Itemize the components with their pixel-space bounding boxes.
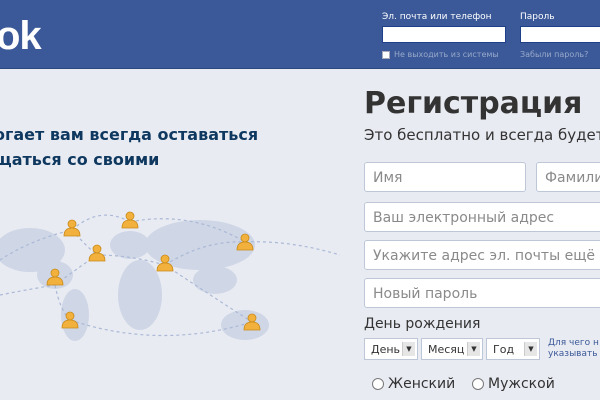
forgot-password-link[interactable]: Забыли пароль? — [520, 50, 588, 59]
male-label: Мужской — [488, 376, 555, 392]
year-select[interactable]: Год ▼ — [486, 338, 540, 360]
month-select[interactable]: Месяц ▼ — [421, 338, 483, 360]
why-birthday-line-2: указывать д — [548, 349, 600, 359]
email-input[interactable]: Ваш электронный адрес — [364, 202, 600, 232]
year-select-value: Год — [493, 343, 515, 356]
female-radio[interactable] — [372, 378, 384, 390]
month-select-value: Месяц — [428, 343, 465, 356]
email-label: Эл. почта или телефон — [382, 12, 492, 22]
dropdown-arrow-icon: ▼ — [524, 342, 537, 356]
female-label: Женский — [388, 376, 456, 392]
new-password-input[interactable]: Новый пароль — [364, 278, 600, 308]
day-select[interactable]: День ▼ — [364, 338, 418, 360]
gender-male-option[interactable]: Мужской — [472, 376, 555, 392]
why-birthday-link[interactable]: Для чего н указывать д — [548, 338, 600, 360]
gender-female-option[interactable]: Женский — [372, 376, 455, 392]
tagline-line-1: огает вам всегда оставаться — [0, 125, 259, 144]
keep-logged-in[interactable]: Не выходить из системы — [382, 50, 499, 59]
person-icon — [121, 211, 139, 229]
dropdown-arrow-icon: ▼ — [402, 342, 415, 356]
keep-logged-in-checkbox[interactable] — [382, 50, 390, 59]
email-confirm-input[interactable]: Укажите адрес эл. почты ещё — [364, 240, 600, 270]
top-bar: ok Эл. почта или телефон Пароль Не выход… — [0, 0, 600, 69]
day-select-value: День — [371, 343, 401, 356]
person-icon — [63, 219, 81, 237]
tagline-line-2: щаться со своими — [0, 150, 160, 169]
signup-subtitle: Это бесплатно и всегда будет — [364, 126, 600, 144]
last-name-input[interactable]: Фамили — [536, 162, 600, 192]
site-logo[interactable]: ok — [0, 14, 42, 59]
email-login-input[interactable] — [382, 26, 506, 43]
password-label: Пароль — [520, 12, 555, 22]
tagline: огает вам всегда оставаться щаться со св… — [0, 122, 258, 172]
password-login-input[interactable] — [520, 26, 600, 43]
dropdown-arrow-icon: ▼ — [467, 342, 480, 356]
world-map-dots — [0, 220, 269, 341]
why-birthday-line-1: Для чего н — [548, 338, 599, 348]
person-icon — [88, 244, 106, 262]
keep-logged-in-label: Не выходить из системы — [394, 50, 499, 59]
first-name-input[interactable]: Имя — [364, 162, 526, 192]
birthday-label: День рождения — [364, 316, 481, 332]
world-connections-illustration — [0, 211, 340, 341]
signup-title: Регистрация — [364, 86, 583, 121]
male-radio[interactable] — [472, 378, 484, 390]
